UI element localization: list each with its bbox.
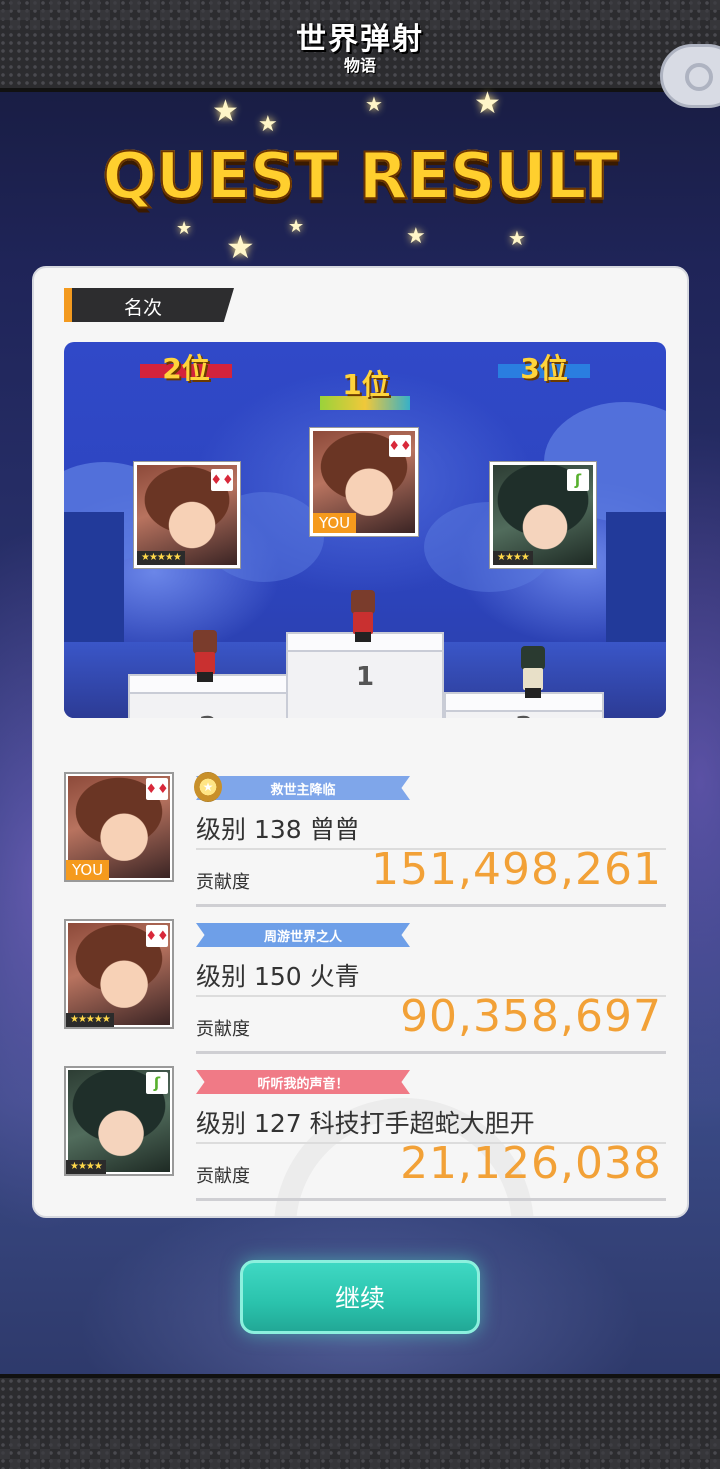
section-tag: 名次 xyxy=(64,288,234,322)
diamond-icon: ♦♦ xyxy=(210,469,234,491)
bottom-checker xyxy=(0,1439,720,1469)
rank1-character-card[interactable]: ♦♦ YOU xyxy=(310,428,418,536)
contribution-label: 贡献度 xyxy=(196,1166,250,1187)
menu-button[interactable] xyxy=(660,44,720,108)
podium-number-2: 2 xyxy=(199,712,217,718)
menu-icon xyxy=(685,63,713,91)
divider xyxy=(196,1198,666,1201)
divider xyxy=(196,904,666,907)
game-logo: 世界弹射 物语 xyxy=(290,12,430,78)
podium-number-3: 3 xyxy=(515,712,533,718)
star-icon: ★ xyxy=(365,92,383,116)
player-avatar[interactable]: ♦♦ YOU xyxy=(64,772,174,882)
result-row[interactable]: ♦♦ YOU 救世主降临 ★ 级别 138 曾曾 贡献度 151,498,261 xyxy=(64,772,666,912)
podium-step-1: 1 xyxy=(286,650,444,718)
player-title: 听听我的声音！ xyxy=(257,1076,349,1092)
result-row[interactable]: ʃ ★★★★ 听听我的声音！ 级别 127 科技打手超蛇大胆开 贡献度 21,1… xyxy=(64,1066,666,1206)
podium-step-3: 3 xyxy=(444,710,604,718)
rarity-stars: ★★★★ xyxy=(66,1160,106,1174)
quest-result-title: QUEST RESULT xyxy=(0,139,720,215)
you-badge: YOU xyxy=(313,513,357,533)
star-icon: ★ xyxy=(212,94,239,129)
star-icon: ★ xyxy=(406,224,426,249)
rarity-stars: ★★★★★ xyxy=(137,551,185,565)
rank3-sprite xyxy=(516,646,550,698)
contribution-value: 90,358,697 xyxy=(400,991,662,1042)
title-banner: 救世主降临 xyxy=(196,776,410,800)
rank1-sprite xyxy=(346,590,380,642)
title-banner: 周游世界之人 xyxy=(196,923,410,947)
contribution-value: 151,498,261 xyxy=(371,844,662,895)
star-icon: ★ xyxy=(176,218,193,239)
divider xyxy=(196,1051,666,1054)
logo-line2: 物语 xyxy=(343,56,376,75)
result-panel: 名次 2位 1位 3位 ♦♦ ★★★★★ ♦♦ YOU ʃ ★★★★ 1 ♦♦ … xyxy=(32,266,689,1218)
player-title: 救世主降临 xyxy=(270,782,336,798)
player-avatar[interactable]: ♦♦ ★★★★★ xyxy=(64,919,174,1029)
rank3-character-card[interactable]: ʃ ★★★★ xyxy=(490,462,596,568)
contribution-label: 贡献度 xyxy=(196,872,250,893)
star-icon: ★ xyxy=(474,86,501,121)
player-level-name: 级别 127 科技打手超蛇大胆开 xyxy=(196,1109,535,1138)
podium-number-1: 1 xyxy=(355,662,375,692)
section-label: 名次 xyxy=(124,297,163,319)
podium-step-2: 2 xyxy=(128,692,288,718)
bottom-bar xyxy=(0,1374,720,1469)
star-icon: ★ xyxy=(258,112,278,137)
rank2-character-card[interactable]: ♦♦ ★★★★★ xyxy=(134,462,240,568)
leaf-icon: ʃ xyxy=(567,469,589,491)
leaf-icon: ʃ xyxy=(146,1072,168,1094)
continue-button[interactable]: 继续 xyxy=(240,1260,480,1334)
player-avatar[interactable]: ʃ ★★★★ xyxy=(64,1066,174,1176)
you-badge: YOU xyxy=(66,860,110,880)
rarity-stars: ★★★★★ xyxy=(66,1013,114,1027)
player-level-name: 级别 150 火青 xyxy=(196,962,360,991)
title-banner: 听听我的声音！ xyxy=(196,1070,410,1094)
contribution-label: 贡献度 xyxy=(196,1019,250,1040)
contribution-value: 21,126,038 xyxy=(400,1138,662,1189)
star-icon: ★ xyxy=(226,228,255,266)
star-icon: ★ xyxy=(508,226,526,250)
player-title: 周游世界之人 xyxy=(263,929,342,945)
diamond-icon: ♦♦ xyxy=(145,925,169,947)
diamond-icon: ♦♦ xyxy=(388,435,412,457)
player-level-name: 级别 138 曾曾 xyxy=(196,815,360,844)
rank3-label: 3位 xyxy=(520,352,568,385)
rank2-label: 2位 xyxy=(162,352,210,385)
top-bar: 世界弹射 物语 xyxy=(0,0,720,108)
rank1-label: 1位 xyxy=(342,368,390,401)
medal-icon: ★ xyxy=(194,772,222,802)
rarity-stars: ★★★★ xyxy=(493,551,533,565)
result-row[interactable]: ♦♦ ★★★★★ 周游世界之人 级别 150 火青 贡献度 90,358,697 xyxy=(64,919,666,1059)
diamond-icon: ♦♦ xyxy=(145,778,169,800)
star-icon: ★ xyxy=(288,216,305,237)
podium-scene: 2位 1位 3位 ♦♦ ★★★★★ ♦♦ YOU ʃ ★★★★ 2 xyxy=(64,342,666,718)
rank2-sprite xyxy=(188,630,222,682)
